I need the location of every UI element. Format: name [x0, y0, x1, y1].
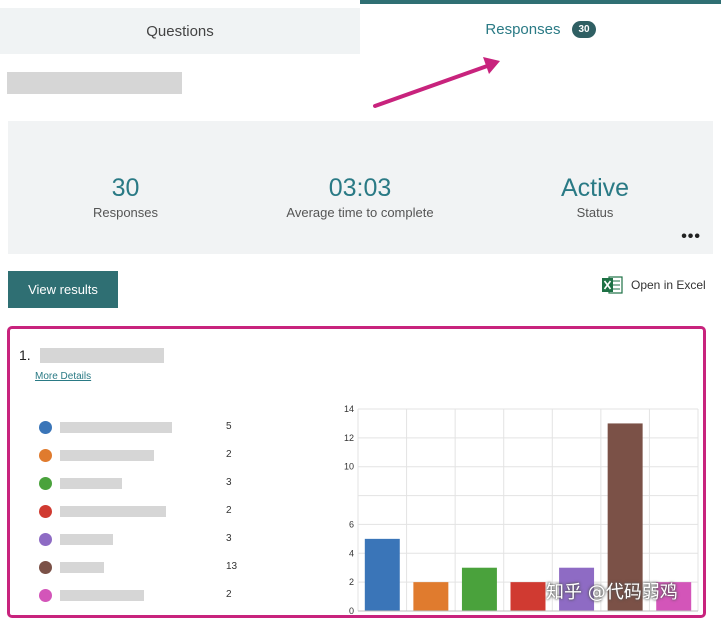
y-tick-label: 0 [349, 606, 354, 615]
legend-label-placeholder [60, 477, 122, 489]
responses-value: 30 [111, 174, 140, 202]
legend-item [39, 559, 104, 575]
open-in-excel-button[interactable]: Open in Excel [601, 275, 706, 295]
legend-item [39, 419, 172, 435]
legend-count: 5 [226, 421, 232, 432]
y-tick-label: 10 [344, 462, 354, 472]
avg-time-value: 03:03 [328, 174, 392, 202]
open-in-excel-label: Open in Excel [631, 278, 706, 292]
legend-label-placeholder [60, 533, 113, 545]
legend-item [39, 447, 154, 463]
summary-panel: 30 Responses 03:03 Average time to compl… [8, 121, 713, 254]
legend-count: 3 [226, 533, 232, 544]
legend-label-placeholder [60, 561, 104, 573]
responses-label: Responses [92, 205, 159, 220]
more-details-link[interactable]: More Details [35, 371, 91, 382]
form-title-placeholder [7, 72, 182, 94]
legend-color-dot [39, 448, 52, 462]
chart-bar [461, 567, 497, 611]
chart-bar [413, 582, 449, 611]
more-options-button[interactable]: ••• [681, 228, 701, 246]
legend-color-dot [39, 560, 52, 574]
y-tick-label: 14 [344, 404, 354, 414]
legend-item [39, 475, 122, 491]
legend-color-dot [39, 504, 52, 518]
legend-label-placeholder [60, 505, 166, 517]
legend-color-dot [39, 532, 52, 546]
legend-label-placeholder [60, 421, 172, 433]
avg-time-stat: 03:03 Average time to complete [270, 173, 450, 220]
status-stat: Active Status [545, 173, 645, 220]
status-value: Active [560, 174, 630, 202]
y-tick-label: 4 [349, 548, 354, 558]
legend-label-placeholder [60, 589, 144, 601]
responses-count-badge: 30 [572, 20, 596, 38]
question-card: 1. More Details 5 2 3 2 3 13 2 0 2 4 6 10 12 14 [7, 326, 706, 618]
y-tick-label: 6 [349, 519, 354, 529]
y-tick-label: 12 [344, 433, 354, 443]
legend-count: 13 [226, 561, 238, 572]
tab-questions[interactable]: Questions [0, 0, 360, 54]
chart-bar [510, 582, 546, 611]
tab-responses-label: Responses [485, 20, 561, 38]
y-tick-label: 2 [349, 577, 354, 587]
watermark: 知乎 @代码弱鸡 [546, 582, 678, 603]
tab-bar: Questions Responses 30 [0, 0, 721, 54]
legend-label-placeholder [60, 449, 154, 461]
responses-stat: 30 Responses [78, 173, 173, 220]
legend-count: 3 [226, 477, 232, 488]
legend-count: 2 [226, 449, 232, 460]
tab-responses[interactable]: Responses 30 [360, 0, 721, 54]
legend-color-dot [39, 476, 52, 490]
legend-count: 2 [226, 589, 232, 600]
question-title-placeholder [40, 348, 164, 363]
legend-color-dot [39, 588, 52, 602]
legend-color-dot [39, 420, 52, 434]
excel-icon [601, 275, 623, 295]
tab-questions-label: Questions [146, 22, 214, 40]
view-results-button[interactable]: View results [8, 271, 118, 308]
legend-item [39, 531, 113, 547]
status-label: Status [576, 205, 614, 220]
avg-time-label: Average time to complete [286, 205, 434, 220]
legend-item [39, 587, 144, 603]
legend-item [39, 503, 166, 519]
chart-bar [364, 538, 400, 611]
legend-count: 2 [226, 505, 232, 516]
question-number: 1. [19, 347, 31, 363]
